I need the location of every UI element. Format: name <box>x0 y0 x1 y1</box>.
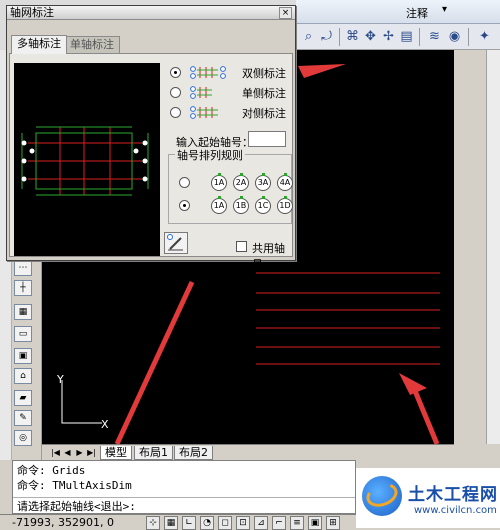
rule-bubble: 1B <box>233 196 249 214</box>
rule-bubble: 2A <box>233 173 249 191</box>
ducs-toggle-icon[interactable]: ⊿ <box>254 516 268 530</box>
axis-order-rule-group: 轴号排列规则 1A 2A 3A 4A 1A 1B 1C 1D <box>168 147 293 224</box>
rule-bubble: 1A <box>211 196 227 214</box>
rule-group-title: 轴号排列规则 <box>175 147 245 163</box>
polar-toggle-icon[interactable]: ◔ <box>200 516 214 530</box>
ucs-y-label: Y <box>56 373 64 386</box>
building-tool-icon[interactable]: ⌂ <box>14 368 32 384</box>
table-tool-icon[interactable]: ▦ <box>14 304 32 320</box>
move-icon[interactable]: ✥ <box>362 28 379 45</box>
radio-rule-number-first[interactable] <box>179 177 190 188</box>
axis-preview-svg <box>21 126 149 196</box>
watermark-title: 土木工程网 <box>408 485 498 505</box>
arrow-to-mode <box>298 64 346 78</box>
share-axis-label: 共用轴号 <box>252 242 285 271</box>
lwt-toggle-icon[interactable]: ≡ <box>290 516 304 530</box>
radio-single-side[interactable] <box>170 87 181 98</box>
pencil-tool-icon[interactable]: ✎ <box>14 410 32 426</box>
chevron-down-icon[interactable]: ▾ <box>442 4 447 15</box>
grid-toggle-icon[interactable]: ▦ <box>164 516 178 530</box>
otrack-toggle-icon[interactable]: ⊡ <box>236 516 250 530</box>
zoom-previous-icon[interactable]: ⤾ <box>318 28 335 45</box>
tab-single-axis[interactable]: 单轴标注 <box>64 36 120 53</box>
block-tool-icon[interactable]: ▣ <box>14 348 32 364</box>
first-layout-icon[interactable]: |◀ <box>50 447 61 458</box>
dialog-titlebar[interactable]: 轴网标注 × <box>7 6 295 20</box>
tab-layout1[interactable]: 布局1 <box>134 446 173 460</box>
tab-multi-axis[interactable]: 多轴标注 <box>11 35 67 54</box>
start-axis-input[interactable] <box>248 131 286 147</box>
ucs-icon <box>61 380 102 424</box>
toolbar-separator <box>468 28 469 46</box>
single-side-icon <box>190 86 212 99</box>
radio-both-sides[interactable] <box>170 67 181 78</box>
rule-bubble: 1A <box>211 173 227 191</box>
both-sides-icon <box>190 66 226 79</box>
axis-tool-icon[interactable]: ┼ <box>14 280 32 296</box>
dimension-tool-icon[interactable]: ▭ <box>14 326 32 342</box>
view-tool-icon[interactable]: ◎ <box>14 430 32 446</box>
tab-panel-multi-axis: 双侧标注 单侧标注 对侧标注 输入起始轴号： 轴号排列规则 1A 2A 3A 4… <box>9 53 293 271</box>
command-prompt-row[interactable]: 请选择起始轴线<退出>: <box>13 497 355 514</box>
render-icon[interactable]: ◉ <box>446 28 463 45</box>
drawing-grid-lines <box>256 272 440 365</box>
arrow-to-grid-shaft <box>410 385 440 445</box>
rule-bubble: 1D <box>277 196 293 214</box>
toolbar-separator <box>419 28 420 46</box>
grid-tool-icon[interactable]: ⋯ <box>14 260 32 276</box>
ucs-x-label: X <box>101 418 109 431</box>
last-layout-icon[interactable]: ▶| <box>86 447 97 458</box>
pan-icon[interactable]: ✢ <box>380 28 397 45</box>
radio-opposite-side[interactable] <box>170 107 181 118</box>
axis-annotation-dialog: 轴网标注 × 多轴标注 单轴标注 双侧标注 单侧标注 对侧标注 输入起始轴号： … <box>6 5 296 271</box>
mode-label-both-sides: 双侧标注 <box>242 67 286 80</box>
mode-label-opposite-side: 对侧标注 <box>242 107 286 120</box>
close-icon[interactable]: × <box>279 7 292 19</box>
sc-toggle-icon[interactable]: ⊞ <box>326 516 340 530</box>
axis-preview <box>14 63 160 256</box>
dialog-title: 轴网标注 <box>10 6 54 19</box>
mode-label-single-side: 单侧标注 <box>242 87 286 100</box>
prev-layout-icon[interactable]: ◀ <box>62 447 73 458</box>
toolbar-separator <box>339 28 340 46</box>
site-watermark: 土木工程网 www.civilcn.com <box>356 468 500 528</box>
ortho-toggle-icon[interactable]: ∟ <box>182 516 196 530</box>
rule-bubble: 1C <box>255 196 271 214</box>
osnap-toggle-icon[interactable]: ◻ <box>218 516 232 530</box>
tab-model[interactable]: 模型 <box>100 446 132 460</box>
radio-rule-letter-first[interactable] <box>179 200 190 211</box>
ribbon-annotation-panel[interactable]: 注释 ▾ <box>296 0 500 24</box>
opposite-side-icon <box>190 106 218 119</box>
preview-red-axes <box>28 127 142 195</box>
grip-icon[interactable]: ⌘ <box>344 28 361 45</box>
zoom-window-icon[interactable]: ⌕ <box>300 28 317 45</box>
share-axis-checkbox[interactable] <box>236 241 247 252</box>
lightbulb-icon[interactable]: ✦ <box>476 28 493 45</box>
coordinate-readout: -71993, 352901, 0 <box>12 516 114 529</box>
command-history-line: 命令: Grids <box>17 464 86 477</box>
watermark-url: www.civilcn.com <box>414 505 497 516</box>
command-prompt: 请选择起始轴线<退出>: <box>17 500 136 513</box>
rule-bubble: 3A <box>255 173 271 191</box>
command-window[interactable]: 命令: Grids 命令: TMultAxisDim 请选择起始轴线<退出>: <box>12 460 356 514</box>
eraser-tool-icon[interactable]: ▰ <box>14 390 32 406</box>
clipboard-icon[interactable]: ▤ <box>398 28 415 45</box>
layers-icon[interactable]: ≋ <box>426 28 443 45</box>
arrow-to-command-shaft <box>114 280 195 446</box>
annotation-panel-label: 注释 <box>406 7 428 20</box>
cad-toolbar: ⌕ ⤾ ⌘ ✥ ✢ ▤ ≋ ◉ ✦ <box>296 24 500 50</box>
pick-pencil-icon <box>167 234 183 251</box>
layout-tabs-bar: |◀ ◀ ▶ ▶| 模型 布局1 布局2 <box>42 444 454 460</box>
dyn-toggle-icon[interactable]: ⌐ <box>272 516 286 530</box>
tab-layout2[interactable]: 布局2 <box>174 446 213 460</box>
qp-toggle-icon[interactable]: ▣ <box>308 516 322 530</box>
next-layout-icon[interactable]: ▶ <box>74 447 85 458</box>
rule-bubble: 4A <box>277 173 293 191</box>
vertical-scrollbar[interactable] <box>486 50 500 444</box>
pick-axis-button[interactable] <box>164 232 188 254</box>
snap-toggle-icon[interactable]: ⊹ <box>146 516 160 530</box>
command-history-line: 命令: TMultAxisDim <box>17 479 132 492</box>
